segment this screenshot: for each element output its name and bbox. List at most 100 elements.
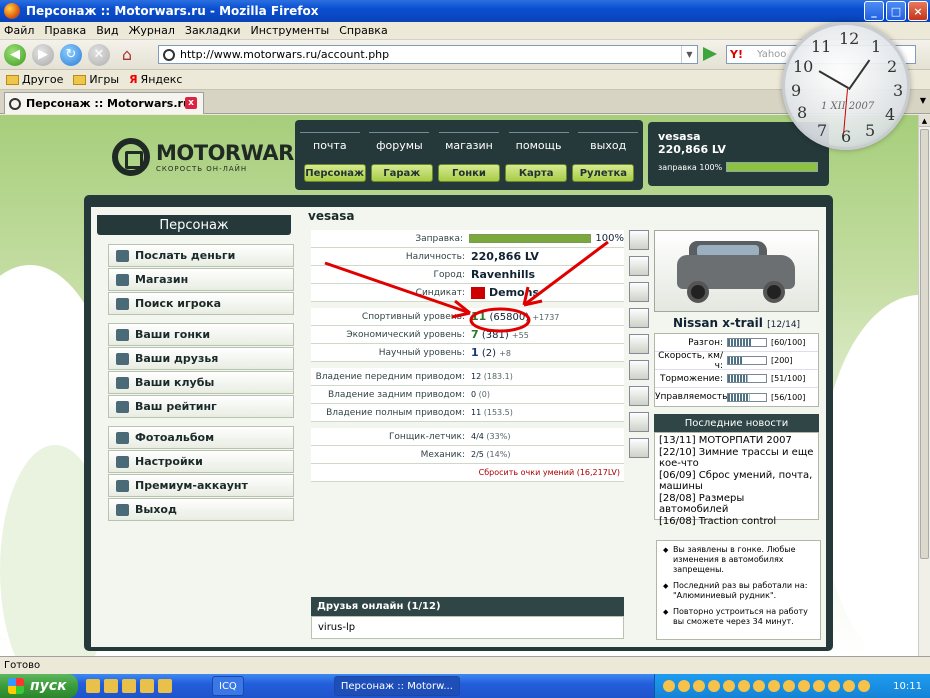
taskbar-item-label: ICQ [219,680,237,692]
part-wheel-icon[interactable] [629,360,649,380]
scroll-thumb[interactable] [920,129,929,559]
app-icon[interactable] [158,679,172,693]
tray-icon[interactable] [768,680,780,692]
news-item[interactable]: [06/09] Сброс умений, почта, машины [659,470,814,493]
tray-icon[interactable] [813,680,825,692]
stat-awd: Владение полным приводом: 11 (153.5) [311,404,624,422]
part-box-icon[interactable] [629,438,649,458]
menu-file[interactable]: Файл [4,24,34,37]
back-arrow-icon[interactable]: ◀ [4,43,26,66]
menu-shop[interactable]: Магазин [108,268,294,291]
nav-help[interactable]: помощь [508,132,569,152]
tray-icon[interactable] [843,680,855,692]
taskbar-icq[interactable]: ICQ [212,676,244,696]
menu-find-player[interactable]: Поиск игрока [108,292,294,315]
friend-link[interactable]: virus-lp [318,622,355,633]
vertical-scrollbar[interactable]: ▲ [918,115,930,656]
taskbar-firefox[interactable]: Персонаж :: Motorw... [333,676,460,696]
part-belt-icon[interactable] [629,308,649,328]
syndicate-link[interactable]: Demons [471,286,539,299]
firefox-icon[interactable] [140,679,154,693]
subnav-roulette-button[interactable]: Рулетка [572,164,635,182]
minimize-button[interactable]: _ [864,1,884,21]
tab-close-icon[interactable]: x [185,97,197,109]
car-image[interactable] [654,230,819,312]
tray-icon[interactable] [858,680,870,692]
reload-icon[interactable]: ↻ [60,43,82,66]
user-balance: 220,866 LV [658,143,726,156]
news-item[interactable]: [28/08] Размеры автомобилей [659,493,814,516]
tab-character[interactable]: Персонаж :: Motorwars.ru x [4,92,204,114]
menu-your-rating[interactable]: Ваш рейтинг [108,395,294,418]
home-icon[interactable]: ⌂ [116,44,138,66]
url-bar[interactable]: http://www.motorwars.ru/account.php ▼ [158,45,698,64]
tray-icon[interactable] [828,680,840,692]
tray-icon[interactable] [753,680,765,692]
go-arrow-icon[interactable] [703,47,717,61]
ie-icon[interactable] [86,679,100,693]
news-list: [13/11] МОТОРПАТИ 2007 [22/10] Зимние тр… [654,432,819,527]
news-item[interactable]: [13/11] МОТОРПАТИ 2007 [659,435,814,447]
menu-bookmarks[interactable]: Закладки [185,24,241,37]
tray-icon[interactable] [708,680,720,692]
tray-icon[interactable] [693,680,705,692]
tray-icon[interactable] [798,680,810,692]
tray-icon[interactable] [783,680,795,692]
part-brake-disc-icon[interactable] [629,334,649,354]
nav-shop[interactable]: магазин [438,132,499,152]
part-suspension-icon[interactable] [629,230,649,250]
menu-premium[interactable]: Премиум-аккаунт [108,474,294,497]
subnav-garage-button[interactable]: Гараж [370,164,433,182]
close-button[interactable]: × [908,1,928,21]
menu-your-races[interactable]: Ваши гонки [108,323,294,346]
media-icon[interactable] [122,679,136,693]
tray-icon[interactable] [678,680,690,692]
menu-your-clubs[interactable]: Ваши клубы [108,371,294,394]
news-item[interactable]: [16/08] Traction control [659,516,814,528]
bookmark-games[interactable]: Игры [73,73,119,86]
url-dropdown-icon[interactable]: ▼ [681,46,697,63]
reset-skills-link[interactable]: Сбросить очки умений (16,217LV) [311,464,624,482]
menu-history[interactable]: Журнал [129,24,175,37]
subnav-races-button[interactable]: Гонки [437,164,500,182]
car-wheel [763,281,785,303]
yahoo-icon[interactable]: Y! [730,48,743,61]
tab-list-icon[interactable]: ▼ [920,96,926,105]
tray-icon[interactable] [738,680,750,692]
menu-your-friends[interactable]: Ваши друзья [108,347,294,370]
part-turbo-icon[interactable] [629,386,649,406]
forward-arrow-icon[interactable]: ▶ [32,43,54,66]
nav-logout[interactable]: выход [578,132,639,152]
subnav-character-button[interactable]: Персонаж [303,164,366,182]
scroll-up-icon[interactable]: ▲ [919,115,930,127]
tray-icon[interactable] [663,680,675,692]
news-item[interactable]: [22/10] Зимние трассы и еще кое-что [659,447,814,470]
bookmark-other[interactable]: Другое [6,73,63,86]
stat-economic-level: Экономический уровень: 7 (381) +55 [311,326,624,344]
menu-photo-album[interactable]: Фотоальбом [108,426,294,449]
maximize-button[interactable]: □ [886,1,906,21]
part-engine-icon[interactable] [629,412,649,432]
stat-value: 0 (0) [471,390,490,399]
nav-mail[interactable]: почта [299,132,360,152]
car-wheel [687,281,709,303]
part-exhaust-icon[interactable] [629,282,649,302]
menu-edit[interactable]: Правка [44,24,86,37]
menu-view[interactable]: Вид [96,24,118,37]
menu-help[interactable]: Справка [339,24,387,37]
menu-send-money[interactable]: Послать деньги [108,244,294,267]
clock-time[interactable]: 10:11 [893,681,922,692]
desktop-icon[interactable] [104,679,118,693]
tray-icon[interactable] [723,680,735,692]
premium-icon [116,480,129,492]
menu-tools[interactable]: Инструменты [251,24,330,37]
stop-icon[interactable]: ✕ [88,43,110,66]
window-titlebar[interactable]: Персонаж :: Motorwars.ru - Mozilla Firef… [0,0,930,22]
bookmark-yandex[interactable]: Я Яндекс [129,73,182,86]
part-tire-icon[interactable] [629,256,649,276]
menu-logout[interactable]: Выход [108,498,294,521]
start-button[interactable]: пуск [0,674,78,698]
nav-forums[interactable]: форумы [369,132,430,152]
menu-settings[interactable]: Настройки [108,450,294,473]
subnav-map-button[interactable]: Карта [505,164,568,182]
